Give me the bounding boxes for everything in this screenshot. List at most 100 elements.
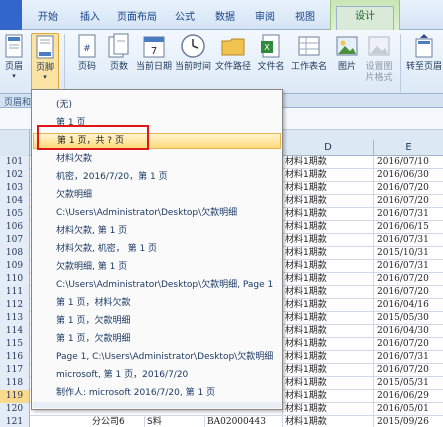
cell-date[interactable]: 2016/06/30 [373,169,443,182]
page-count-button[interactable]: 页数 [102,33,136,91]
table-row[interactable]: 121 分公司6 S料 BA02000443 材料1期款 2015/09/26 [0,416,443,427]
cell-date[interactable]: 2016/07/31 [373,234,443,247]
cell-item[interactable]: 材料1期款 [282,286,373,299]
cell-date[interactable]: 2016/07/31 [373,260,443,273]
cell-item[interactable]: 材料1期款 [282,364,373,377]
cell-date[interactable]: 2015/10/31 [373,247,443,260]
cell-item[interactable]: 材料1期款 [282,234,373,247]
cell-date[interactable]: 2016/07/31 [373,351,443,364]
tab-view[interactable]: 视图 [288,8,322,30]
tab-review[interactable]: 审阅 [248,8,282,30]
cell-code[interactable]: BA02000443 [204,416,282,427]
row-number[interactable]: 117 [0,364,30,377]
cell-date[interactable]: 2016/07/20 [373,338,443,351]
row-number[interactable]: 107 [0,234,30,247]
cell-item[interactable]: 材料1期款 [282,221,373,234]
dropdown-item[interactable]: 机密，2016/7/20，第 1 页 [33,169,281,185]
cell-date[interactable]: 2016/07/10 [373,156,443,169]
row-number[interactable]: 112 [0,299,30,312]
row-number[interactable]: 114 [0,325,30,338]
tab-page-layout[interactable]: 页面布局 [112,8,162,30]
dropdown-item[interactable]: 制作人: microsoft 2016/7/20, 第 1 页 [33,385,281,401]
column-header-d[interactable]: D [282,140,373,156]
cell-date[interactable]: 2016/07/20 [373,273,443,286]
dropdown-item[interactable]: 第 1 页，欠款明细 [33,313,281,329]
cell-date[interactable]: 2016/07/20 [373,364,443,377]
cell-material[interactable]: S料 [144,416,204,427]
row-number[interactable]: 118 [0,377,30,390]
cell-date[interactable]: 2016/04/30 [373,325,443,338]
cell-date[interactable]: 2015/05/30 [373,312,443,325]
tab-data[interactable]: 数据 [208,8,242,30]
cell-date[interactable]: 2016/07/31 [373,208,443,221]
tab-home[interactable]: 开始 [30,8,66,30]
dropdown-item[interactable]: C:\Users\Administrator\Desktop\欠款明细, Pag… [33,277,281,293]
picture-button[interactable]: 图片 [330,33,364,91]
goto-header-button[interactable]: 转至页眉 [405,33,443,91]
tab-insert[interactable]: 插入 [72,8,108,30]
cell-item[interactable]: 材料1期款 [282,260,373,273]
cell-item[interactable]: 材料1期款 [282,182,373,195]
cell-date[interactable]: 2016/07/20 [373,195,443,208]
dropdown-item[interactable]: 第 1 页，材料欠款 [33,295,281,311]
header-button[interactable]: 页眉 ▾ [0,33,28,91]
dropdown-item[interactable]: microsoft, 第 1 页，2016/7/20 [33,367,281,383]
cell-item[interactable]: 材料1期款 [282,325,373,338]
row-number[interactable]: 115 [0,338,30,351]
cell-item[interactable]: 材料1期款 [282,338,373,351]
cell-item[interactable]: 材料1期款 [282,312,373,325]
row-number[interactable]: 121 [0,416,30,427]
dropdown-item[interactable]: 欠款明细 [33,187,281,203]
file-path-button[interactable]: 文件路径 [214,33,252,91]
sheet-name-button[interactable]: 工作表名 [290,33,328,91]
cell-date[interactable]: 2016/04/16 [373,299,443,312]
dropdown-item[interactable]: 材料欠款, 机密， 第 1 页 [33,241,281,257]
dropdown-item[interactable]: 欠款明细, 第 1 页 [33,259,281,275]
row-number[interactable]: 109 [0,260,30,273]
row-number[interactable]: 111 [0,286,30,299]
row-number[interactable]: 108 [0,247,30,260]
cell-branch[interactable]: 分公司6 [90,416,144,427]
dropdown-item[interactable]: C:\Users\Administrator\Desktop\欠款明细 [33,205,281,221]
row-number[interactable]: 116 [0,351,30,364]
row-number[interactable]: 105 [0,208,30,221]
cell-date[interactable]: 2016/07/20 [373,286,443,299]
file-name-button[interactable]: X 文件名 [254,33,288,91]
dropdown-resize-grip[interactable] [33,402,281,408]
column-header-e[interactable]: E [373,140,443,156]
tab-formulas[interactable]: 公式 [168,8,202,30]
row-number[interactable]: 120 [0,403,30,416]
cell-date[interactable]: 2016/06/29 [373,390,443,403]
select-all-corner[interactable] [0,130,30,156]
cell-date[interactable]: 2016/05/01 [373,403,443,416]
page-number-button[interactable]: # 页码 [70,33,104,91]
row-number[interactable]: 104 [0,195,30,208]
cell-item[interactable]: 材料1期款 [282,195,373,208]
current-time-button[interactable]: 当前时间 [174,33,212,91]
format-picture-button[interactable]: 设置图片格式 [362,33,396,91]
cell-date[interactable]: 2015/05/31 [373,377,443,390]
row-number[interactable]: 101 [0,156,30,169]
dropdown-item[interactable]: 材料欠款, 第 1 页 [33,223,281,239]
cell-date[interactable]: 2016/06/15 [373,221,443,234]
cell-item[interactable]: 材料1期款 [282,377,373,390]
cell-item[interactable]: 材料1期款 [282,299,373,312]
cell-item[interactable]: 材料1期款 [282,403,373,416]
cell-item[interactable]: 材料1期款 [282,208,373,221]
row-number[interactable]: 102 [0,169,30,182]
footer-button[interactable]: 页脚 ▾ [31,33,59,91]
cell-item[interactable]: 材料1期款 [282,416,373,427]
row-number[interactable]: 110 [0,273,30,286]
cell-item[interactable]: 材料1期款 [282,169,373,182]
tab-design[interactable]: 设计 [336,6,394,31]
dropdown-item[interactable]: 材料欠款 [33,151,281,167]
cell-item[interactable]: 材料1期款 [282,273,373,286]
office-button[interactable] [0,0,22,30]
dropdown-item[interactable]: 第 1 页，欠款明细 [33,331,281,347]
row-number[interactable]: 113 [0,312,30,325]
dropdown-item[interactable]: Page 1, C:\Users\Administrator\Desktop\欠… [33,349,281,365]
cell-date[interactable]: 2016/07/20 [373,182,443,195]
cell-date[interactable]: 2015/09/26 [373,416,443,427]
row-number[interactable]: 106 [0,221,30,234]
dropdown-item[interactable]: (无) [33,97,281,113]
